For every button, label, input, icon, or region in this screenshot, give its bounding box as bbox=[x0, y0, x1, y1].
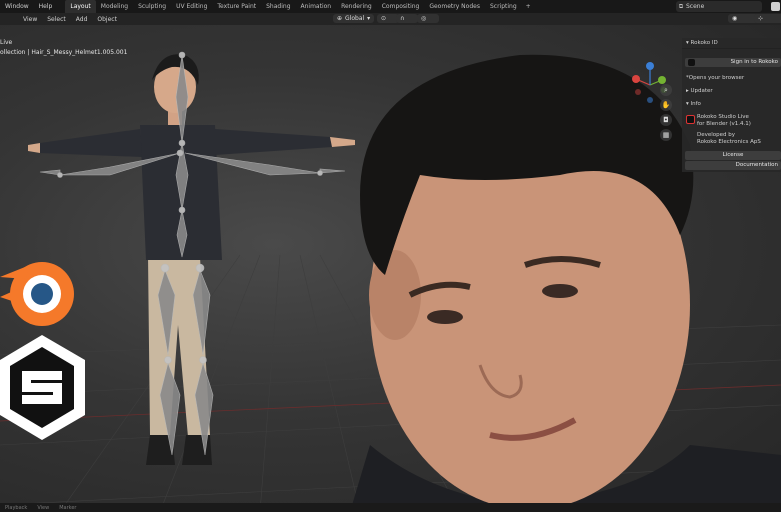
menu-marker[interactable]: Marker bbox=[54, 505, 81, 511]
left-hand bbox=[28, 143, 40, 153]
rokoko-id-header[interactable]: ▾ Rokoko ID bbox=[682, 38, 781, 49]
developer-name: Rokoko Electronics ApS bbox=[697, 139, 761, 145]
add-workspace-button[interactable]: + bbox=[522, 3, 535, 10]
info-header[interactable]: ▾ Info bbox=[686, 101, 701, 107]
tab-rendering[interactable]: Rendering bbox=[336, 0, 377, 13]
right-shoe bbox=[182, 435, 212, 465]
proportional-edit-toggle[interactable]: ◎ bbox=[417, 14, 439, 23]
rokoko-app-icon bbox=[686, 115, 695, 124]
proportional-icon: ◎ bbox=[421, 15, 427, 22]
rokoko-id-title: Rokoko ID bbox=[690, 40, 718, 46]
hand-pan-icon[interactable]: ✋ bbox=[660, 99, 672, 111]
viewport-scene bbox=[0, 51, 781, 512]
tab-sculpting[interactable]: Sculpting bbox=[133, 0, 171, 13]
right-arm bbox=[215, 129, 332, 155]
menu-view-timeline[interactable]: View bbox=[32, 505, 54, 511]
timeline-header: Playback View Marker bbox=[0, 503, 781, 512]
menu-playback[interactable]: Playback bbox=[0, 505, 32, 511]
tab-texture-paint[interactable]: Texture Paint bbox=[212, 0, 261, 13]
license-button[interactable]: License bbox=[685, 151, 781, 160]
3d-viewport[interactable]: Live ollection | Hair_S_Messy_Helmet1.00… bbox=[0, 25, 781, 512]
tab-compositing[interactable]: Compositing bbox=[377, 0, 425, 13]
tab-geometry-nodes[interactable]: Geometry Nodes bbox=[424, 0, 485, 13]
zoom-icon[interactable]: ⌕ bbox=[660, 84, 672, 96]
opens-browser-note: *Opens your browser bbox=[686, 75, 745, 81]
tab-shading[interactable]: Shading bbox=[261, 0, 295, 13]
tab-uv-editing[interactable]: UV Editing bbox=[171, 0, 212, 13]
app-name: Rokoko Studio Live bbox=[697, 114, 749, 120]
menu-help[interactable]: Help bbox=[34, 3, 58, 10]
tab-scripting[interactable]: Scripting bbox=[485, 0, 522, 13]
orientation-value: Global bbox=[345, 15, 365, 22]
tab-modeling[interactable]: Modeling bbox=[96, 0, 133, 13]
portrait-right-eye bbox=[542, 284, 578, 298]
menu-select[interactable]: Select bbox=[42, 16, 71, 23]
sign-in-label: Sign in to Rokoko bbox=[730, 59, 778, 65]
updater-header[interactable]: ▸ Updater bbox=[686, 88, 713, 94]
chevron-down-icon: ▾ bbox=[367, 15, 371, 22]
eye-icon: ◉ bbox=[732, 15, 738, 22]
portrait-left-eye bbox=[427, 310, 463, 324]
scene-selector[interactable]: ⧉ Scene bbox=[676, 1, 762, 12]
rokoko-side-panel: ▾ Rokoko ID Sign in to Rokoko *Opens you… bbox=[682, 38, 781, 172]
blender-logo bbox=[0, 262, 74, 326]
rokoko-logo bbox=[0, 335, 85, 440]
view-layer-icon[interactable] bbox=[771, 2, 780, 11]
menu-object[interactable]: Object bbox=[92, 16, 122, 23]
right-hand bbox=[330, 137, 355, 147]
viewport-collection-label: ollection | Hair_S_Messy_Helmet1.005.001 bbox=[0, 49, 128, 56]
developed-by: Developed by bbox=[697, 132, 736, 138]
top-menu-bar: Window Help Layout Modeling Sculpting UV… bbox=[0, 0, 781, 13]
gizmo-dropdown[interactable]: ⊹ bbox=[754, 14, 781, 23]
rokoko-small-icon bbox=[688, 59, 695, 66]
app-version: for Blender (v1.4.1) bbox=[697, 121, 751, 127]
viewport-mode-label: Live bbox=[0, 39, 13, 46]
gizmo-icon: ⊹ bbox=[758, 15, 764, 22]
snap-toggle[interactable]: ∩ bbox=[396, 14, 418, 23]
tab-animation[interactable]: Animation bbox=[296, 0, 337, 13]
orientation-icon: ⊕ bbox=[337, 15, 343, 22]
scene-name: Scene bbox=[686, 3, 705, 10]
menu-window[interactable]: Window bbox=[0, 3, 34, 10]
left-arm bbox=[40, 129, 142, 157]
sign-in-button[interactable]: Sign in to Rokoko bbox=[685, 58, 781, 67]
camera-icon[interactable]: ◘ bbox=[660, 114, 672, 126]
tab-layout[interactable]: Layout bbox=[65, 0, 96, 13]
scene-icon: ⧉ bbox=[678, 2, 684, 10]
pivot-icon: ⊙ bbox=[381, 15, 387, 22]
orientation-dropdown[interactable]: ⊕ Global ▾ bbox=[333, 14, 375, 23]
documentation-button[interactable]: Documentation bbox=[685, 161, 781, 170]
menu-add[interactable]: Add bbox=[71, 16, 93, 23]
magnet-icon: ∩ bbox=[400, 15, 405, 22]
grid-perspective-icon[interactable]: ▦ bbox=[660, 129, 672, 141]
menu-view[interactable]: View bbox=[18, 16, 42, 23]
